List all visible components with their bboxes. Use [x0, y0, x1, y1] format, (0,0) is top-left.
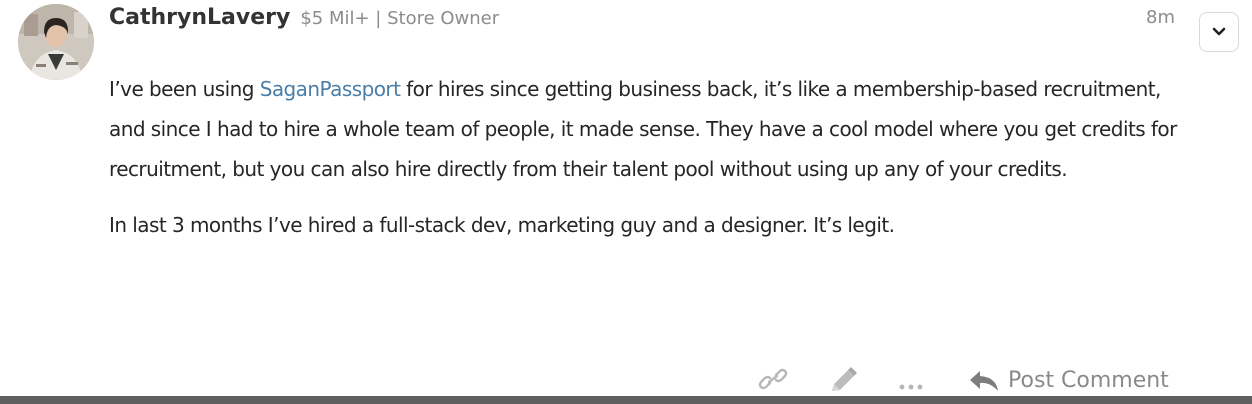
- post-paragraph-1: I’ve been using SaganPassport for hires …: [109, 69, 1194, 189]
- post-comment-label: Post Comment: [1008, 368, 1169, 393]
- ellipsis-icon[interactable]: [898, 376, 924, 395]
- post-body: I’ve been using SaganPassport for hires …: [109, 69, 1194, 245]
- post-comment-button[interactable]: Post Comment: [968, 364, 1169, 398]
- post-card: CathrynLavery $5 Mil+ | Store Owner 8m I…: [0, 0, 1252, 396]
- paragraph-1-start: I’ve been using: [109, 77, 260, 101]
- author-avatar[interactable]: [18, 4, 94, 80]
- post-timestamp: 8m: [1146, 7, 1175, 28]
- reply-arrow-icon: [970, 371, 998, 391]
- chevron-down-icon: [1212, 27, 1226, 36]
- post-menu-button[interactable]: [1199, 12, 1239, 52]
- post-paragraph-2: In last 3 months I’ve hired a full-stack…: [109, 213, 895, 237]
- author-name[interactable]: CathrynLavery: [109, 2, 290, 34]
- avatar-photo: [18, 4, 94, 80]
- author-meta: $5 Mil+ | Store Owner: [300, 8, 500, 29]
- author-line: CathrynLavery $5 Mil+ | Store Owner: [109, 2, 499, 34]
- pencil-icon[interactable]: [828, 366, 858, 398]
- sagan-passport-link[interactable]: SaganPassport: [260, 77, 401, 101]
- link-icon[interactable]: [758, 368, 788, 394]
- footer-divider-bar: [0, 396, 1252, 404]
